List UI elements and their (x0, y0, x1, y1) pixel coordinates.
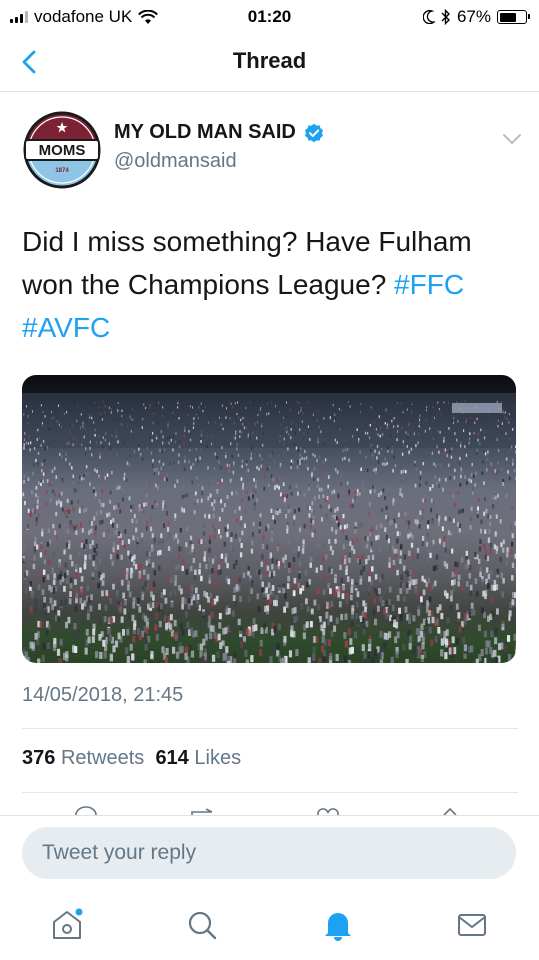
reply-bar (0, 815, 539, 893)
hashtag-ffc[interactable]: #FFC (394, 269, 464, 300)
tweet-text: Did I miss something? Have Fulham won th… (22, 220, 518, 349)
tweet-author[interactable]: MOMS 1874 MY OLD MAN SAID @oldmansaid (22, 110, 522, 190)
battery-fill (499, 12, 517, 22)
status-right: 67% (422, 7, 530, 27)
author-name[interactable]: MY OLD MAN SAID (114, 121, 296, 144)
tweet-actions (75, 806, 457, 815)
tweet-stats: 376 Retweets 614 Likes (22, 747, 241, 770)
avatar-text: MOMS (39, 142, 86, 159)
bluetooth-icon (441, 9, 450, 25)
likes-count[interactable]: 614 (155, 747, 188, 769)
status-bar: vodafone UK 01:20 67% (0, 0, 539, 34)
chevron-down-icon[interactable] (502, 132, 522, 146)
search-icon[interactable] (184, 907, 220, 943)
tweet-timestamp: 14/05/2018, 21:45 (22, 684, 184, 706)
battery-icon (497, 10, 530, 24)
nav-bar: Thread (0, 34, 539, 92)
avatar[interactable]: MOMS 1874 (22, 110, 102, 190)
page-title: Thread (232, 48, 307, 73)
crowd-photo (22, 393, 516, 663)
retweets-count[interactable]: 376 (22, 747, 55, 769)
divider (22, 728, 518, 729)
home-icon[interactable] (49, 907, 85, 943)
battery-percent: 67% (456, 7, 491, 26)
tab-bar (0, 893, 539, 960)
reply-icon (75, 806, 97, 815)
verified-badge-icon (304, 123, 323, 142)
tweet-image[interactable] (22, 375, 516, 663)
reply-input[interactable] (22, 827, 516, 879)
moon-icon (422, 10, 435, 24)
divider (22, 792, 518, 793)
author-name-row: MY OLD MAN SAID (114, 121, 324, 144)
author-handle[interactable]: @oldmansaid (114, 150, 237, 173)
notifications-icon[interactable] (320, 907, 356, 943)
avatar-year: 1874 (55, 168, 69, 174)
hashtag-avfc[interactable]: #AVFC (22, 312, 110, 343)
retweets-label[interactable]: Retweets (61, 747, 144, 769)
messages-icon[interactable] (454, 907, 490, 943)
likes-label[interactable]: Likes (194, 747, 241, 769)
